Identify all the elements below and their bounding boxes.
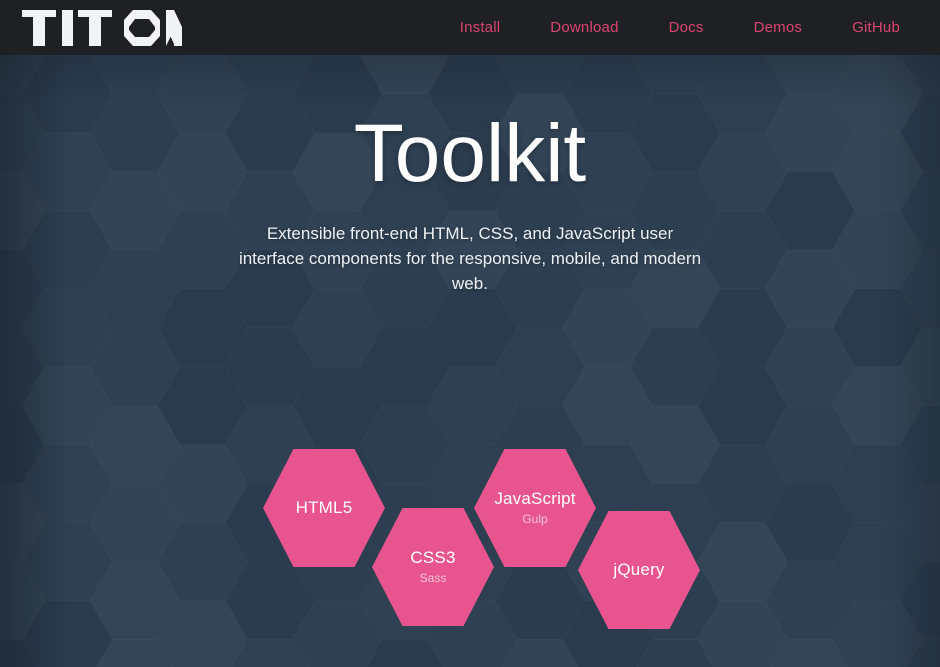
- hero-content: Toolkit Extensible front-end HTML, CSS, …: [0, 108, 940, 667]
- logo-titon[interactable]: [22, 0, 182, 55]
- nav-link-docs[interactable]: Docs: [644, 0, 729, 55]
- page-root: Install Download Docs Demos GitHub Toolk…: [0, 0, 940, 667]
- tech-hex-sublabel: Sass: [419, 571, 447, 585]
- nav-link-github[interactable]: GitHub: [827, 0, 900, 55]
- tech-hex-label: CSS3: [410, 548, 456, 567]
- tech-hex-html5[interactable]: HTML5: [263, 449, 385, 567]
- main-nav: Install Download Docs Demos GitHub: [435, 0, 900, 55]
- tech-hex-jquery[interactable]: jQuery: [578, 511, 700, 629]
- tech-hex-label: jQuery: [613, 560, 665, 579]
- tech-hexagon-cluster: HTML5 CSS3 Sass JavaScript Gulp jQuery: [0, 441, 940, 641]
- hero-section: Toolkit Extensible front-end HTML, CSS, …: [0, 55, 940, 667]
- nav-link-demos[interactable]: Demos: [729, 0, 828, 55]
- tech-hex-label: JavaScript: [494, 489, 576, 508]
- tech-hex-javascript[interactable]: JavaScript Gulp: [474, 449, 596, 567]
- tech-hex-label: HTML5: [295, 498, 353, 517]
- nav-link-download[interactable]: Download: [525, 0, 643, 55]
- site-header: Install Download Docs Demos GitHub: [0, 0, 940, 55]
- tech-hex-css3[interactable]: CSS3 Sass: [372, 508, 494, 626]
- titon-wordmark-icon: [22, 9, 182, 46]
- tech-hex-sublabel: Gulp: [522, 512, 548, 526]
- nav-link-install[interactable]: Install: [435, 0, 526, 55]
- hero-description: Extensible front-end HTML, CSS, and Java…: [238, 224, 702, 294]
- page-title: Toolkit: [353, 108, 587, 199]
